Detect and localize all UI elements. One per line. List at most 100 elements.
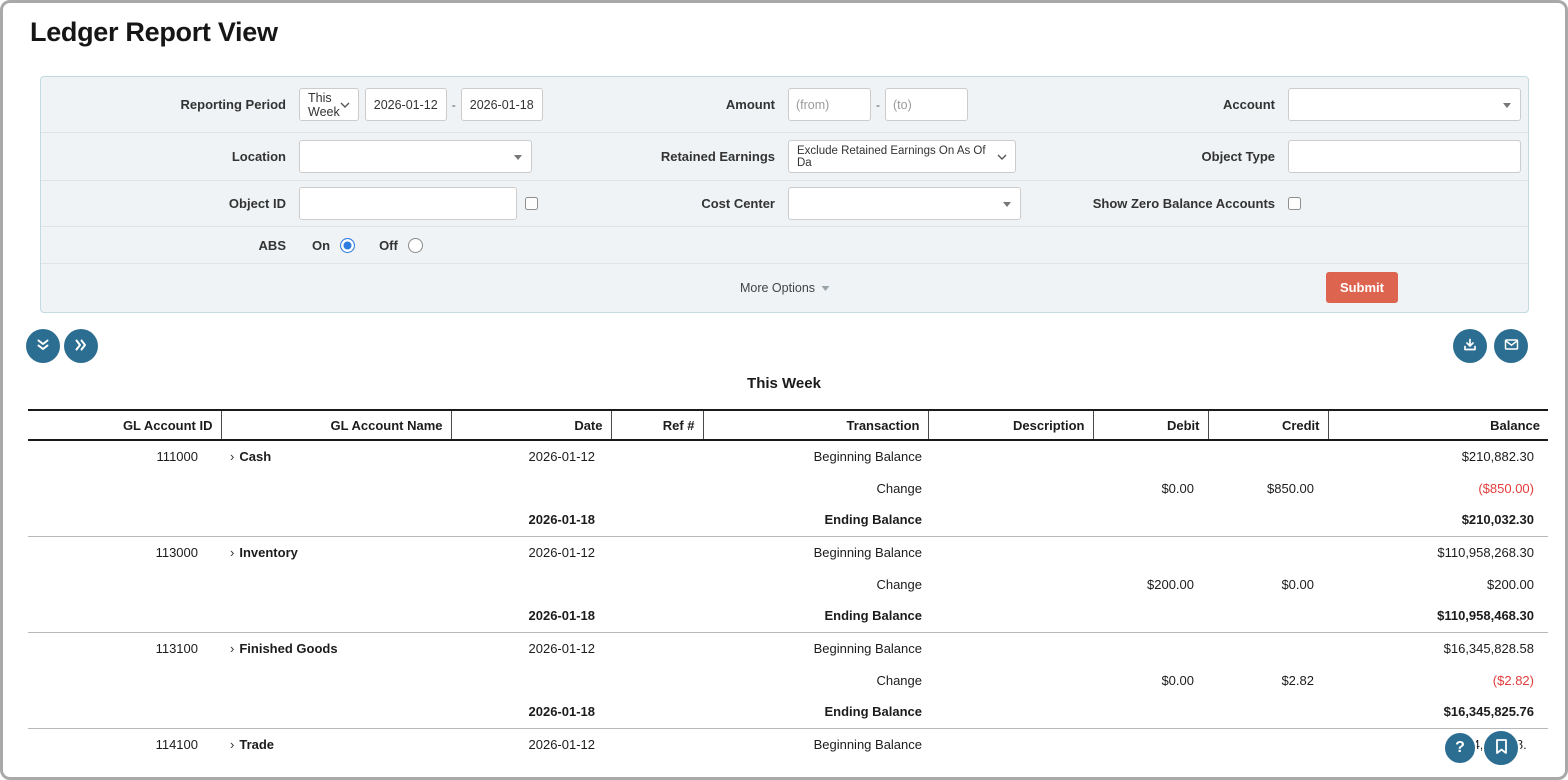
ledger-table-body: 111000›Cash2026-01-12Beginning Balance$2… bbox=[28, 440, 1548, 760]
filter-row-4: ABS On Off bbox=[41, 227, 1528, 264]
date-from-input[interactable] bbox=[365, 88, 447, 121]
transaction-cell: Beginning Balance bbox=[703, 632, 928, 664]
description-cell bbox=[928, 440, 1093, 472]
transaction-cell: Ending Balance bbox=[703, 504, 928, 536]
debit-cell: $0.00 bbox=[1093, 472, 1208, 504]
email-icon bbox=[1503, 336, 1520, 356]
credit-cell bbox=[1208, 632, 1328, 664]
gl-account-name: Cash bbox=[239, 449, 271, 464]
gl-account-id-cell: 113100 bbox=[28, 632, 221, 664]
amount-from-input[interactable] bbox=[788, 88, 871, 121]
debit-cell: $0.00 bbox=[1093, 664, 1208, 696]
object-id-input[interactable] bbox=[299, 187, 517, 220]
ref-cell bbox=[611, 600, 703, 632]
date-to-input[interactable] bbox=[461, 88, 543, 121]
gl-account-name-cell bbox=[221, 696, 451, 728]
col-credit: Credit bbox=[1208, 410, 1328, 440]
show-zero-balance-checkbox[interactable] bbox=[1288, 197, 1301, 210]
object-type-input[interactable] bbox=[1288, 140, 1521, 173]
transaction-cell: Beginning Balance bbox=[703, 440, 928, 472]
table-row: Change$200.00$0.00$200.00 bbox=[28, 568, 1548, 600]
date-cell: 2026-01-12 bbox=[451, 440, 611, 472]
transaction-cell: Ending Balance bbox=[703, 600, 928, 632]
col-transaction: Transaction bbox=[703, 410, 928, 440]
abs-off-radio[interactable] bbox=[408, 238, 423, 253]
credit-cell bbox=[1208, 504, 1328, 536]
ref-cell bbox=[611, 440, 703, 472]
table-row: Change$0.00$2.82($2.82) bbox=[28, 664, 1548, 696]
account-select[interactable] bbox=[1288, 88, 1521, 121]
reporting-period-select[interactable]: This Week bbox=[299, 88, 359, 121]
transaction-cell: Change bbox=[703, 568, 928, 600]
date-range-separator: - bbox=[452, 98, 456, 112]
table-row: Change$0.00$850.00($850.00) bbox=[28, 472, 1548, 504]
date-cell bbox=[451, 472, 611, 504]
gl-account-name-cell bbox=[221, 504, 451, 536]
expand-chevron-icon[interactable]: › bbox=[230, 449, 234, 464]
balance-cell: $16,345,825.76 bbox=[1328, 696, 1548, 728]
description-cell bbox=[928, 568, 1093, 600]
balance-cell: $110,958,468.30 bbox=[1328, 600, 1548, 632]
credit-cell bbox=[1208, 440, 1328, 472]
object-id-label: Object ID bbox=[41, 196, 286, 211]
submit-button[interactable]: Submit bbox=[1326, 272, 1398, 303]
collapse-all-button[interactable] bbox=[26, 329, 60, 363]
ledger-table: GL Account ID GL Account Name Date Ref #… bbox=[28, 409, 1548, 760]
credit-cell bbox=[1208, 536, 1328, 568]
gl-account-name-cell bbox=[221, 600, 451, 632]
date-cell: 2026-01-18 bbox=[451, 600, 611, 632]
balance-cell: $200.00 bbox=[1328, 568, 1548, 600]
credit-cell bbox=[1208, 696, 1328, 728]
download-icon bbox=[1462, 337, 1478, 356]
ref-cell bbox=[611, 568, 703, 600]
date-cell bbox=[451, 568, 611, 600]
bookmark-button[interactable] bbox=[1482, 729, 1520, 767]
cost-center-label: Cost Center bbox=[538, 196, 775, 211]
table-row: 113000›Inventory2026-01-12Beginning Bala… bbox=[28, 536, 1548, 568]
table-row: 2026-01-18Ending Balance$210,032.30 bbox=[28, 504, 1548, 536]
gl-account-id-cell: 114100 bbox=[28, 728, 221, 760]
retained-earnings-select[interactable]: Exclude Retained Earnings On As Of Da bbox=[788, 140, 1016, 173]
credit-cell: $0.00 bbox=[1208, 568, 1328, 600]
date-cell: 2026-01-12 bbox=[451, 728, 611, 760]
chevron-down-icon bbox=[821, 286, 829, 291]
credit-cell: $2.82 bbox=[1208, 664, 1328, 696]
table-row: 113100›Finished Goods2026-01-12Beginning… bbox=[28, 632, 1548, 664]
more-options-button[interactable]: More Options bbox=[740, 281, 829, 295]
expand-chevron-icon[interactable]: › bbox=[230, 545, 234, 560]
account-label: Account bbox=[1035, 97, 1275, 112]
object-id-checkbox[interactable] bbox=[525, 197, 538, 210]
date-cell: 2026-01-18 bbox=[451, 696, 611, 728]
filter-row-5: More Options Submit bbox=[41, 264, 1528, 312]
col-gl-account-name: GL Account Name bbox=[221, 410, 451, 440]
email-button[interactable] bbox=[1494, 329, 1528, 363]
location-select[interactable] bbox=[299, 140, 532, 173]
transaction-cell: Ending Balance bbox=[703, 696, 928, 728]
gl-account-name-cell: ›Trade bbox=[221, 728, 451, 760]
expand-all-button[interactable] bbox=[64, 329, 98, 363]
col-balance: Balance bbox=[1328, 410, 1548, 440]
double-chevron-down-icon bbox=[35, 337, 51, 356]
gl-account-name-cell bbox=[221, 472, 451, 504]
help-button[interactable]: ? bbox=[1443, 731, 1477, 765]
amount-range-separator: - bbox=[876, 98, 880, 112]
description-cell bbox=[928, 536, 1093, 568]
debit-cell bbox=[1093, 632, 1208, 664]
gl-account-id-cell: 113000 bbox=[28, 536, 221, 568]
abs-on-radio[interactable] bbox=[340, 238, 355, 253]
bookmark-icon bbox=[1494, 738, 1509, 758]
transaction-cell: Beginning Balance bbox=[703, 728, 928, 760]
description-cell bbox=[928, 504, 1093, 536]
expand-chevron-icon[interactable]: › bbox=[230, 737, 234, 752]
amount-to-input[interactable] bbox=[885, 88, 968, 121]
expand-chevron-icon[interactable]: › bbox=[230, 641, 234, 656]
balance-cell: $110,958,268.30 bbox=[1328, 536, 1548, 568]
download-button[interactable] bbox=[1453, 329, 1487, 363]
transaction-cell: Change bbox=[703, 664, 928, 696]
balance-cell: ($850.00) bbox=[1328, 472, 1548, 504]
dropdown-caret-icon bbox=[1003, 202, 1011, 207]
col-ref: Ref # bbox=[611, 410, 703, 440]
credit-cell: $850.00 bbox=[1208, 472, 1328, 504]
reporting-period-label: Reporting Period bbox=[41, 97, 286, 112]
cost-center-select[interactable] bbox=[788, 187, 1021, 220]
